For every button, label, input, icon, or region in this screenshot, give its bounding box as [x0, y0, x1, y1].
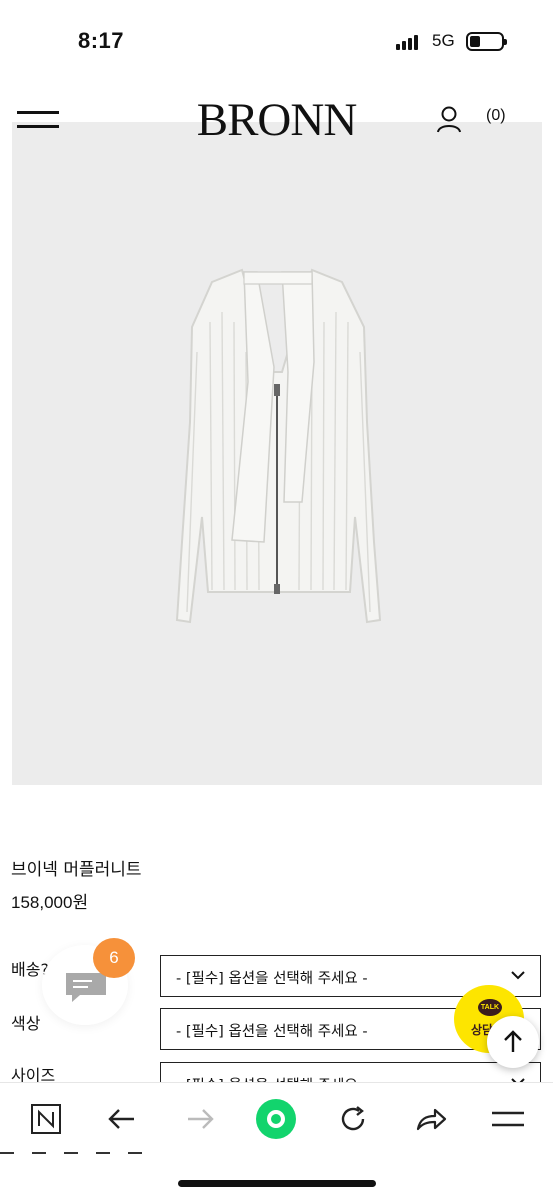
site-header: BRONN (0): [0, 85, 553, 147]
home-indicator: [178, 1180, 376, 1187]
scroll-to-top-button[interactable]: [487, 1016, 539, 1068]
user-account-icon[interactable]: [436, 105, 462, 133]
status-time: 8:17: [78, 28, 125, 53]
cart-count[interactable]: (0): [486, 107, 506, 125]
option-label-color: 색상: [11, 1014, 41, 1033]
page-indicator-dashes: [0, 1152, 160, 1156]
naver-n-icon[interactable]: [24, 1099, 68, 1139]
product-price: 158,000원: [11, 893, 89, 912]
product-name: 브이넥 머플러니트: [11, 860, 142, 880]
cardigan-illustration: [175, 268, 382, 624]
forward-arrow-icon[interactable]: [178, 1099, 222, 1139]
chevron-down-icon: [511, 971, 525, 980]
option-select-text: - [필수] 옵션을 선택해 주세요 -: [176, 1024, 368, 1040]
status-bar: 8:17 5G: [0, 0, 553, 80]
battery-icon: [466, 32, 507, 51]
signal-icon: [396, 34, 420, 50]
option-select-text: - [필수] 옵션을 선택해 주세요 -: [176, 971, 368, 987]
menu-icon[interactable]: [486, 1099, 530, 1139]
refresh-icon[interactable]: [331, 1099, 375, 1139]
back-arrow-icon[interactable]: [100, 1099, 144, 1139]
kakao-talk-icon: TALK: [478, 999, 502, 1016]
chat-notification-badge: 6: [93, 938, 135, 978]
share-icon[interactable]: [408, 1099, 452, 1139]
network-label: 5G: [432, 31, 455, 50]
brand-logo[interactable]: BRONN: [0, 93, 553, 147]
product-image[interactable]: [12, 122, 542, 785]
home-dot-icon[interactable]: [254, 1097, 298, 1141]
arrow-up-icon: [504, 1030, 522, 1052]
